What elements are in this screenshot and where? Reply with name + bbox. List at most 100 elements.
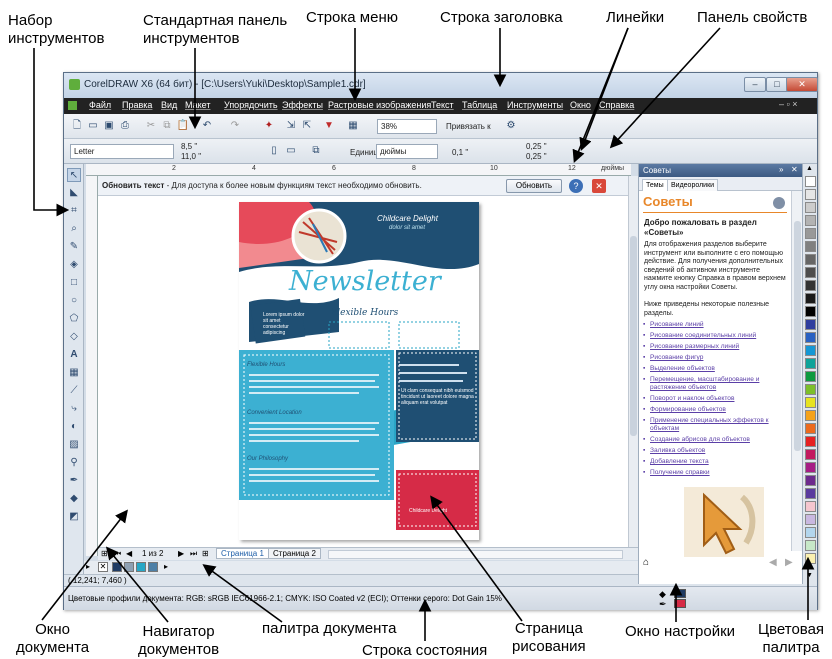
basic-shapes-icon[interactable]: ◇ [67, 330, 81, 344]
interactive-fill-icon[interactable]: ◩ [67, 510, 81, 524]
drawing-page[interactable]: Childcare Delight dolor sit amet Newslet… [239, 202, 479, 540]
minimize-button[interactable]: – [744, 77, 766, 92]
docker-forward-icon[interactable]: ▶ [785, 557, 793, 568]
ellipse-tool-icon[interactable]: ○ [67, 294, 81, 308]
freehand-tool-icon[interactable]: ✎ [67, 240, 81, 254]
palette-options-icon[interactable]: ▸ [86, 562, 90, 571]
page-height-field[interactable]: 11,0 " [181, 152, 201, 161]
paste-icon[interactable]: 📋 [176, 119, 190, 133]
polygon-tool-icon[interactable]: ⬠ [67, 312, 81, 326]
menu-layout[interactable]: Макет [185, 100, 210, 110]
palette-swatch[interactable] [805, 462, 816, 473]
document-color-swatch[interactable] [124, 562, 134, 572]
add-page-after-icon[interactable]: ⊞ [202, 549, 209, 558]
fill-tool-icon[interactable]: ◆ [67, 492, 81, 506]
hint-link[interactable]: Перемещение, масштабирование и растяжени… [643, 376, 790, 392]
palette-swatch[interactable] [805, 176, 816, 187]
pick-tool-icon[interactable]: ↖ [67, 168, 81, 182]
docker-scroll-thumb[interactable] [794, 221, 801, 451]
zoom-tool-icon[interactable]: ⌕ [67, 222, 81, 236]
menu-tools[interactable]: Инструменты [507, 100, 563, 110]
document-color-swatch[interactable] [136, 562, 146, 572]
docker-home-icon[interactable]: ⌂ [643, 557, 649, 568]
document-window[interactable]: Обновить текст - Для доступа к более нов… [98, 176, 628, 547]
update-button[interactable]: Обновить [506, 179, 562, 193]
blend-tool-icon[interactable]: ◐ [67, 420, 81, 434]
hint-link[interactable]: Формирование объектов [643, 406, 790, 414]
units-select[interactable]: дюймы [376, 144, 438, 159]
duplicate-distance-x[interactable]: 0,25 " [526, 142, 547, 151]
zoom-level-select[interactable]: 38% [377, 119, 437, 134]
export-icon[interactable]: ⇱ [300, 119, 314, 133]
doc-window-controls[interactable]: – ▫ × [779, 99, 797, 109]
landscape-icon[interactable]: ▭ [284, 144, 298, 158]
close-button[interactable]: ✕ [786, 77, 818, 92]
search-content-icon[interactable]: ✦ [262, 119, 276, 133]
connector-tool-icon[interactable]: ⤷ [67, 402, 81, 416]
vertical-scrollbar[interactable] [628, 176, 638, 547]
hint-link[interactable]: Добавление текста [643, 458, 790, 466]
menu-window[interactable]: Окно [570, 100, 591, 110]
next-page-icon[interactable]: ▶ [178, 549, 184, 558]
dimension-tool-icon[interactable]: ⟋ [67, 384, 81, 398]
hint-link[interactable]: Рисование соединительных линий [643, 332, 790, 340]
document-color-swatch[interactable] [148, 562, 158, 572]
docker-help-icon[interactable] [773, 197, 785, 209]
palette-swatch[interactable] [805, 384, 816, 395]
snap-to-dropdown[interactable]: Привязать к [446, 122, 491, 131]
options-icon[interactable]: ⚙ [504, 119, 518, 133]
menu-file[interactable]: Файл [89, 100, 111, 110]
palette-swatch[interactable] [805, 332, 816, 343]
shape-tool-icon[interactable]: ◣ [67, 186, 81, 200]
maximize-button[interactable]: □ [766, 77, 788, 92]
palette-swatch[interactable] [805, 423, 816, 434]
outline-color-swatch[interactable] [674, 599, 686, 608]
palette-swatch[interactable] [805, 241, 816, 252]
fill-color-swatch[interactable] [674, 589, 686, 598]
tab-page-2[interactable]: Страница 2 [268, 548, 321, 559]
add-page-icon[interactable]: ⊞ [101, 549, 108, 558]
first-page-icon[interactable]: ⏮ [114, 549, 121, 559]
hint-link[interactable]: Рисование фигур [643, 354, 790, 362]
palette-swatch[interactable] [805, 475, 816, 486]
duplicate-distance-y[interactable]: 0,25 " [526, 152, 547, 161]
palette-swatch[interactable] [805, 514, 816, 525]
menu-effects[interactable]: Эффекты [282, 100, 323, 110]
text-tool-icon[interactable]: A [67, 348, 81, 362]
copy-icon[interactable]: ⧉ [160, 119, 174, 133]
page-size-select[interactable]: Letter [70, 144, 174, 159]
hint-link[interactable]: Применение специальных эффектов к объект… [643, 417, 790, 433]
palette-scroll-icon[interactable]: ▸ [164, 562, 168, 571]
palette-swatch[interactable] [805, 527, 816, 538]
page-width-field[interactable]: 8,5 " [181, 142, 197, 151]
palette-swatch[interactable] [805, 397, 816, 408]
prev-page-icon[interactable]: ◀ [126, 549, 132, 558]
menu-text[interactable]: Текст [431, 100, 454, 110]
palette-swatch[interactable] [805, 306, 816, 317]
palette-swatch[interactable] [805, 358, 816, 369]
hint-link[interactable]: Заливка объектов [643, 447, 790, 455]
scroll-thumb[interactable] [630, 236, 637, 436]
palette-swatch[interactable] [805, 436, 816, 447]
open-icon[interactable]: ▭ [86, 119, 100, 133]
color-profiles-text[interactable]: Цветовые профили документа: RGB: sRGB IE… [68, 594, 502, 603]
hint-link[interactable]: Рисование линий [643, 321, 790, 329]
menu-edit[interactable]: Правка [122, 100, 152, 110]
redo-icon[interactable]: ↷ [228, 119, 242, 133]
palette-swatch[interactable] [805, 501, 816, 512]
palette-swatch[interactable] [805, 449, 816, 460]
close-info-icon[interactable]: ✕ [592, 179, 606, 193]
palette-swatch[interactable] [805, 202, 816, 213]
menu-bitmaps[interactable]: Растровые изображения [328, 100, 431, 110]
vertical-ruler[interactable] [86, 176, 98, 556]
palette-swatch[interactable] [805, 371, 816, 382]
document-color-swatch[interactable] [112, 562, 122, 572]
last-page-icon[interactable]: ⏭ [190, 549, 197, 559]
palette-swatch[interactable] [805, 215, 816, 226]
menu-arrange[interactable]: Упорядочить [224, 100, 278, 110]
palette-swatch[interactable] [805, 410, 816, 421]
application-launcher-icon[interactable]: ▦ [346, 119, 360, 133]
hint-link[interactable]: Выделение объектов [643, 365, 790, 373]
menu-view[interactable]: Вид [161, 100, 177, 110]
transparency-tool-icon[interactable]: ▨ [67, 438, 81, 452]
